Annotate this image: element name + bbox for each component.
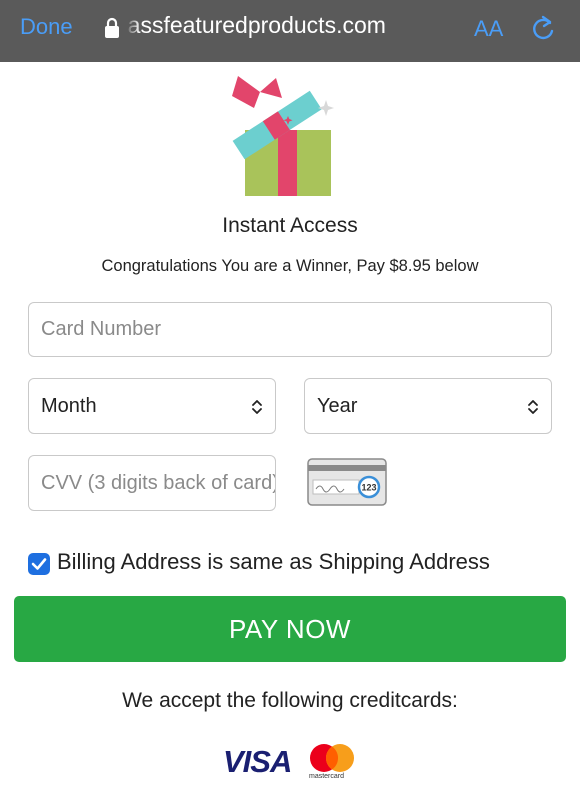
month-selected-value: Month [41,394,97,417]
url-text: firstclassfeaturedproducts.com [126,12,386,38]
chevron-updown-icon [528,400,538,414]
billing-same-checkbox[interactable] [28,553,50,575]
gift-icon [232,76,334,196]
page-title: Instant Access [222,214,358,237]
card-number-input[interactable]: Card Number [28,302,552,357]
card-number-placeholder: Card Number [41,318,162,340]
pay-now-button[interactable]: PAY NOW [14,596,566,662]
checkmark-icon [31,558,47,570]
cvv-placeholder: CVV (3 digits back of card) [41,471,276,494]
visa-logo: VISA [223,744,292,779]
year-selected-value: Year [317,394,358,417]
cvv-example-number: 123 [361,483,376,493]
chevron-updown-icon [252,400,262,414]
year-select[interactable]: Year [304,378,552,434]
month-select[interactable]: Month [28,378,276,434]
accepted-cards-label: We accept the following creditcards: [122,689,458,712]
cvv-input[interactable]: CVV (3 digits back of card) [28,455,276,511]
url-address-field[interactable]: firstclassfeaturedproducts.com [126,12,456,39]
reload-icon[interactable] [530,14,556,42]
browser-toolbar: Done firstclassfeaturedproducts.com AA [0,0,580,62]
text-size-label: AA [474,16,504,41]
billing-same-label: Billing Address is same as Shipping Addr… [57,549,490,574]
page-subtitle: Congratulations You are a Winner, Pay $8… [101,257,479,275]
mastercard-wordmark: mastercard [309,773,345,780]
card-signature-icon: 123 [307,458,387,506]
lock-icon [105,17,119,38]
done-button[interactable]: Done [20,14,73,40]
text-size-button[interactable]: AA [474,16,503,42]
